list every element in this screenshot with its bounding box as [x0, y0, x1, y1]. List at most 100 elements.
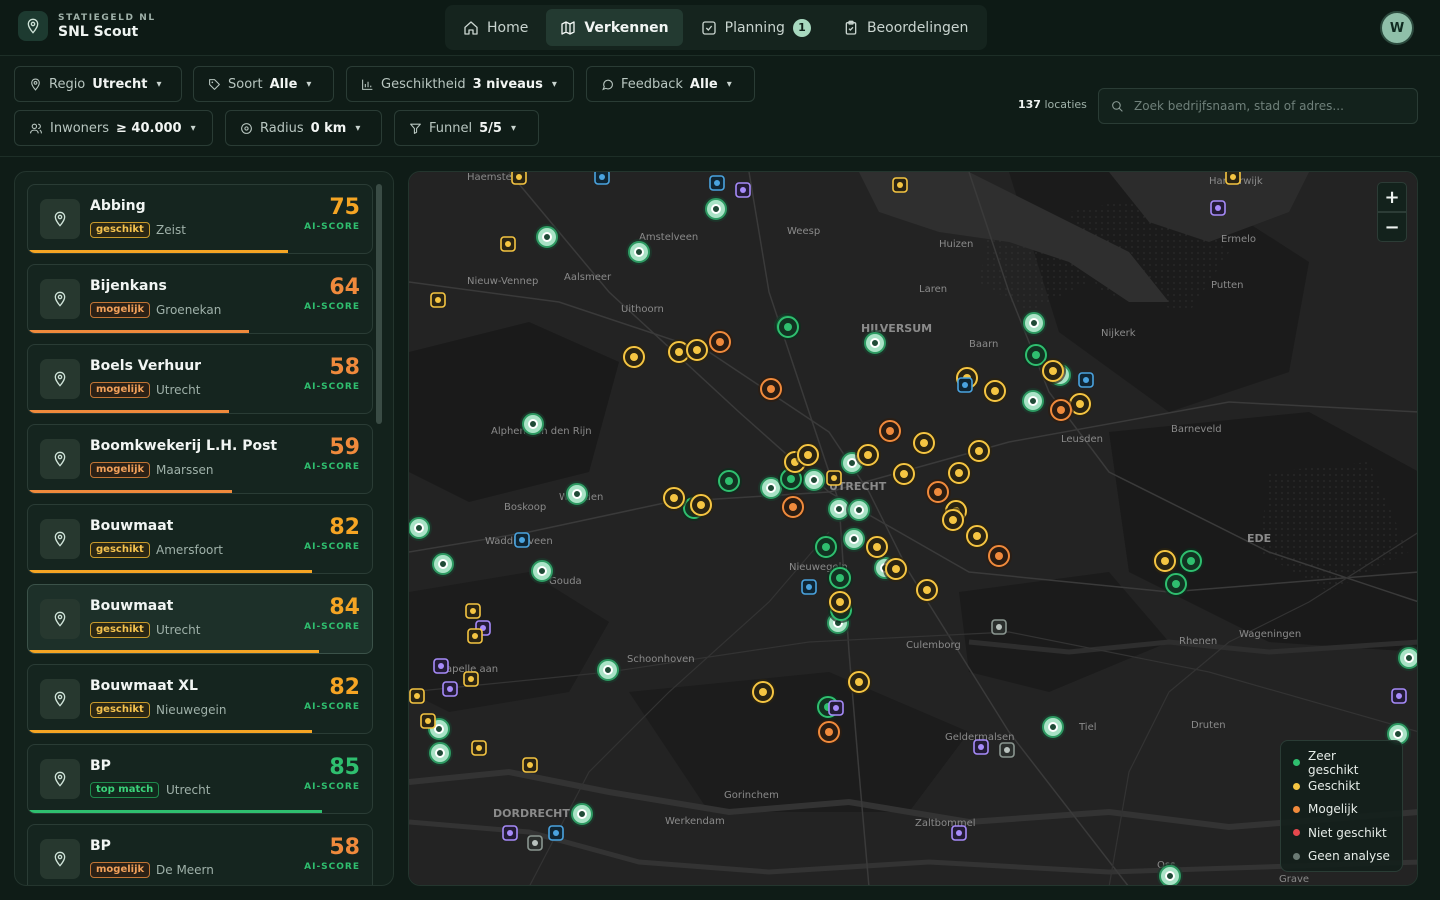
location-marker[interactable] — [957, 377, 973, 393]
location-marker[interactable] — [534, 224, 560, 250]
map-canvas[interactable]: HaemstedeAmstelveenWeespHuizenHarderwijk… — [409, 172, 1418, 886]
location-marker[interactable] — [594, 172, 610, 185]
location-marker[interactable] — [1163, 571, 1189, 597]
location-marker[interactable] — [914, 577, 940, 603]
map-view[interactable]: HaemstedeAmstelveenWeespHuizenHarderwijk… — [408, 171, 1418, 886]
location-card[interactable]: Bijenkans mogelijk Groenekan 64 AI-SCORE — [27, 264, 373, 334]
location-marker[interactable] — [816, 719, 842, 745]
brand[interactable]: STATIEGELD NL SNL Scout — [18, 11, 156, 41]
location-marker[interactable] — [795, 442, 821, 468]
location-marker[interactable] — [626, 239, 652, 265]
location-marker[interactable] — [846, 497, 872, 523]
search-input[interactable] — [1134, 99, 1404, 113]
location-marker[interactable] — [511, 172, 527, 185]
filter-inwoners[interactable]: Inwoners ≥ 40.000 ▾ — [14, 110, 213, 146]
filter-feedback[interactable]: Feedback Alle ▾ — [586, 66, 755, 102]
location-card[interactable]: Bouwmaat geschikt Utrecht 84 AI-SCORE — [27, 584, 373, 654]
location-marker[interactable] — [442, 681, 458, 697]
location-marker[interactable] — [775, 314, 801, 340]
location-card[interactable]: BP mogelijk De Meern 58 AI-SCORE — [27, 824, 373, 885]
location-marker[interactable] — [735, 182, 751, 198]
location-marker[interactable] — [1178, 548, 1204, 574]
location-marker[interactable] — [892, 177, 908, 193]
location-marker[interactable] — [430, 551, 456, 577]
location-marker[interactable] — [465, 603, 481, 619]
location-marker[interactable] — [964, 523, 990, 549]
location-marker[interactable] — [827, 589, 853, 615]
location-card[interactable]: Bouwmaat XL geschikt Nieuwegein 82 AI-SCORE — [27, 664, 373, 734]
location-marker[interactable] — [846, 669, 872, 695]
location-marker[interactable] — [427, 740, 453, 766]
location-marker[interactable] — [514, 532, 530, 548]
location-marker[interactable] — [595, 657, 621, 683]
location-marker[interactable] — [877, 418, 903, 444]
location-marker[interactable] — [707, 329, 733, 355]
location-marker[interactable] — [966, 438, 992, 464]
location-marker[interactable] — [1040, 358, 1066, 384]
location-marker[interactable] — [982, 378, 1008, 404]
location-marker[interactable] — [1391, 688, 1407, 704]
location-marker[interactable] — [529, 558, 555, 584]
location-marker[interactable] — [826, 470, 842, 486]
filter-radius[interactable]: Radius 0 km ▾ — [225, 110, 382, 146]
location-marker[interactable] — [502, 825, 518, 841]
location-marker[interactable] — [1020, 388, 1046, 414]
location-card[interactable]: Boels Verhuur mogelijk Utrecht 58 AI-SCORE — [27, 344, 373, 414]
location-marker[interactable] — [463, 671, 479, 687]
location-marker[interactable] — [1048, 397, 1074, 423]
location-marker[interactable] — [801, 467, 827, 493]
location-marker[interactable] — [709, 175, 725, 191]
nav-planning[interactable]: Planning 1 — [687, 9, 825, 46]
location-marker[interactable] — [855, 442, 881, 468]
location-marker[interactable] — [520, 411, 546, 437]
nav-home[interactable]: Home — [449, 9, 542, 46]
location-marker[interactable] — [420, 713, 436, 729]
user-avatar[interactable]: W — [1380, 11, 1414, 45]
location-marker[interactable] — [661, 485, 687, 511]
location-marker[interactable] — [911, 430, 937, 456]
location-marker[interactable] — [564, 481, 590, 507]
location-marker[interactable] — [569, 801, 595, 827]
nav-verkennen[interactable]: Verkennen — [546, 9, 683, 46]
location-marker[interactable] — [801, 579, 817, 595]
filter-funnel[interactable]: Funnel 5/5 ▾ — [394, 110, 539, 146]
location-marker[interactable] — [827, 565, 853, 591]
location-marker[interactable] — [1152, 548, 1178, 574]
location-marker[interactable] — [522, 757, 538, 773]
location-marker[interactable] — [1225, 172, 1241, 185]
location-marker[interactable] — [999, 742, 1015, 758]
location-marker[interactable] — [409, 688, 425, 704]
location-marker[interactable] — [891, 461, 917, 487]
location-marker[interactable] — [703, 196, 729, 222]
location-marker[interactable] — [973, 739, 989, 755]
location-marker[interactable] — [925, 479, 951, 505]
location-marker[interactable] — [500, 236, 516, 252]
location-marker[interactable] — [688, 492, 714, 518]
location-card[interactable]: Abbing geschikt Zeist 75 AI-SCORE — [27, 184, 373, 254]
location-marker[interactable] — [621, 344, 647, 370]
location-marker[interactable] — [430, 292, 446, 308]
location-card[interactable]: Boomkwekerij L.H. Post mogelijk Maarssen 59… — [27, 424, 373, 494]
location-marker[interactable] — [864, 534, 890, 560]
location-marker[interactable] — [946, 460, 972, 486]
location-marker[interactable] — [813, 534, 839, 560]
location-marker[interactable] — [780, 494, 806, 520]
location-marker[interactable] — [940, 507, 966, 533]
location-marker[interactable] — [1210, 200, 1226, 216]
location-marker[interactable] — [750, 679, 776, 705]
filter-geschiktheid[interactable]: Geschiktheid 3 niveaus ▾ — [346, 66, 574, 102]
location-marker[interactable] — [716, 468, 742, 494]
location-marker[interactable] — [758, 376, 784, 402]
location-marker[interactable] — [1021, 310, 1047, 336]
location-marker[interactable] — [991, 619, 1007, 635]
nav-beoordelingen[interactable]: Beoordelingen — [829, 9, 982, 46]
filter-regio[interactable]: Regio Utrecht ▾ — [14, 66, 182, 102]
location-marker[interactable] — [467, 628, 483, 644]
location-marker[interactable] — [1040, 714, 1066, 740]
location-marker[interactable] — [862, 330, 888, 356]
location-marker[interactable] — [841, 526, 867, 552]
location-marker[interactable] — [883, 556, 909, 582]
location-marker[interactable] — [986, 543, 1012, 569]
location-marker[interactable] — [828, 700, 844, 716]
filter-soort[interactable]: Soort Alle ▾ — [193, 66, 334, 102]
